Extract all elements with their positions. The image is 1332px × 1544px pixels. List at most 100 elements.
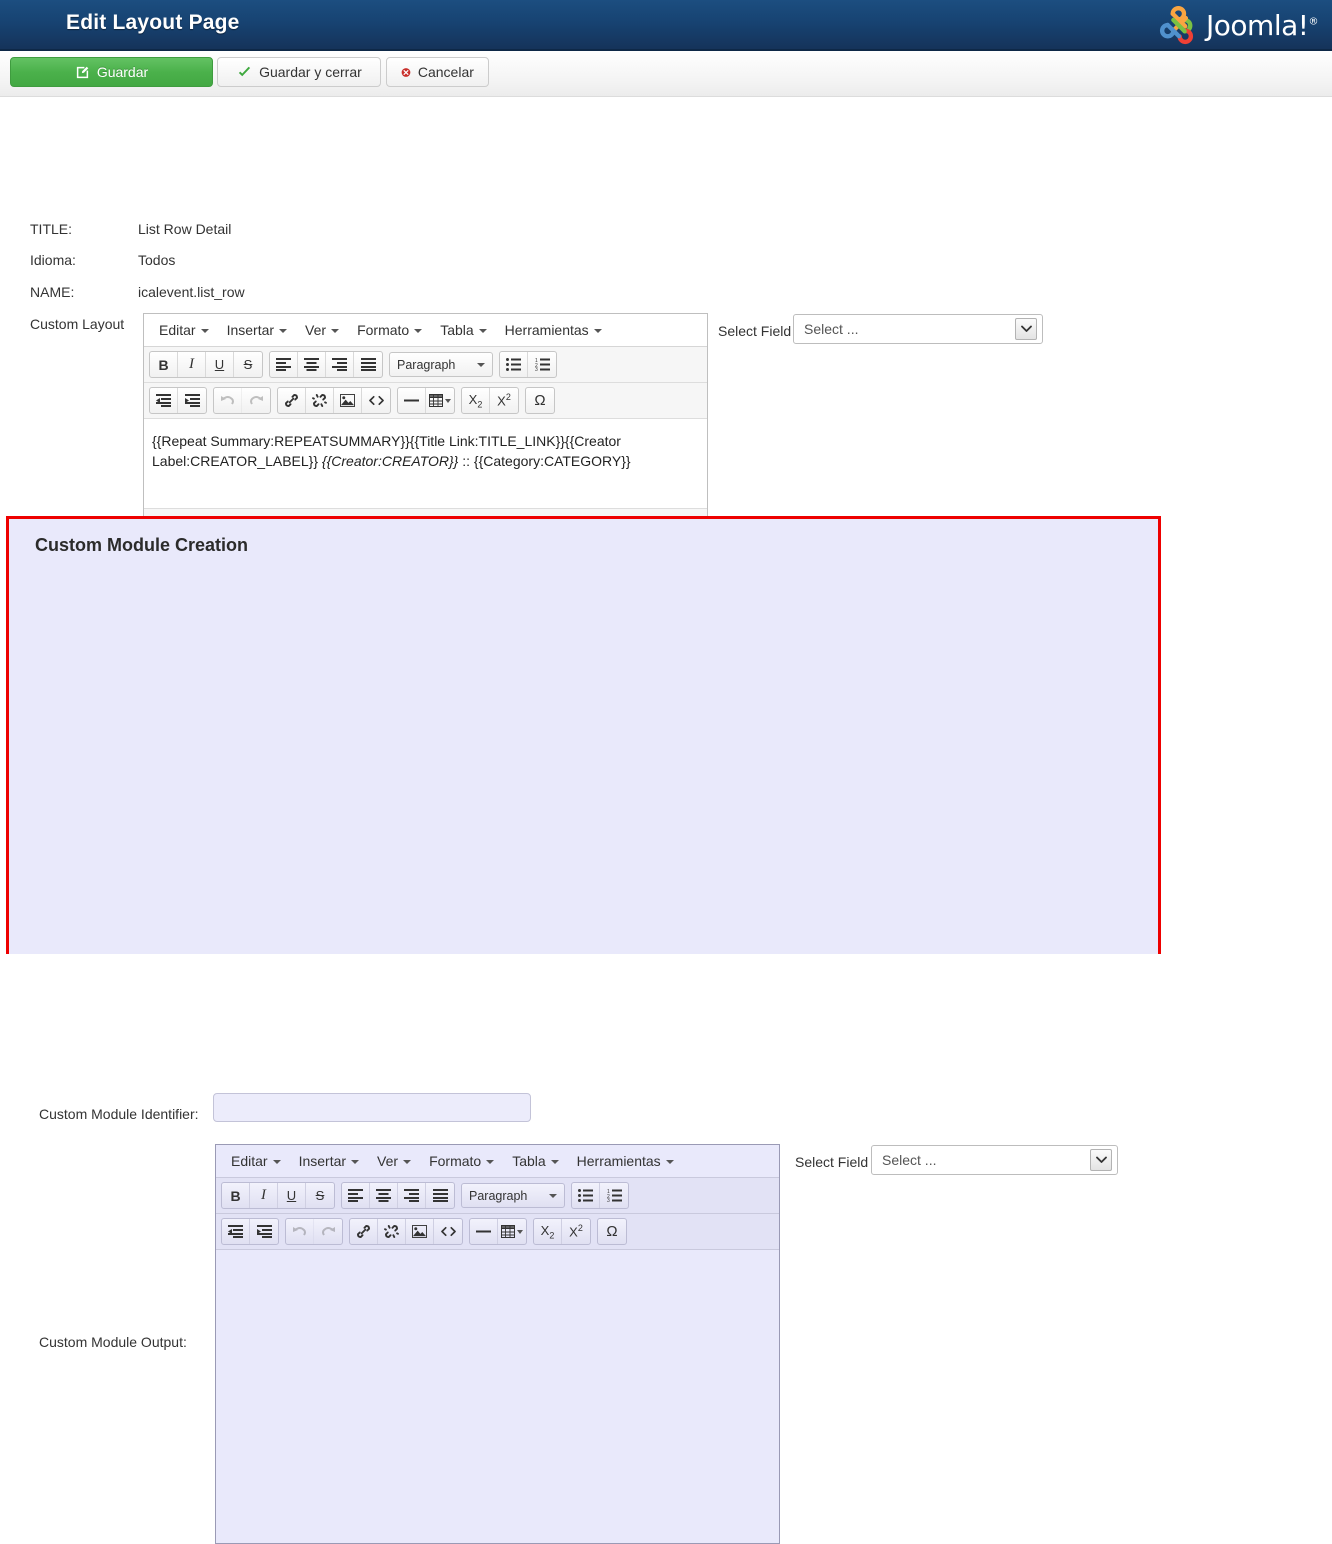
superscript-icon-2[interactable]: X2 bbox=[562, 1219, 590, 1244]
underline-icon[interactable]: U bbox=[206, 352, 234, 377]
menu2-formato[interactable]: Formato bbox=[420, 1149, 503, 1173]
indent-group-2 bbox=[221, 1218, 279, 1245]
object-group bbox=[397, 387, 455, 414]
custom-module-identifier-input[interactable] bbox=[213, 1093, 531, 1122]
select-field-dropdown-2[interactable]: Select ... bbox=[871, 1145, 1118, 1175]
bold-icon-2[interactable]: B bbox=[222, 1183, 250, 1208]
save-and-close-button-label: Guardar y cerrar bbox=[259, 64, 362, 80]
menu-insertar[interactable]: Insertar bbox=[218, 318, 296, 342]
align-center-icon-2[interactable] bbox=[370, 1183, 398, 1208]
custom-module-output-label: Custom Module Output: bbox=[39, 1334, 187, 1350]
chevron-down-icon-2 bbox=[1090, 1149, 1112, 1171]
unlink-icon-2[interactable] bbox=[378, 1219, 406, 1244]
link-icon[interactable] bbox=[278, 388, 306, 413]
image-icon[interactable] bbox=[334, 388, 362, 413]
align-right-icon[interactable] bbox=[326, 352, 354, 377]
editor-content-area[interactable]: {{Repeat Summary:REPEATSUMMARY}}{{Title … bbox=[144, 419, 707, 508]
editor-content-text-2: :: {{Category:CATEGORY}} bbox=[458, 453, 631, 470]
select-field-value-2: Select ... bbox=[882, 1152, 937, 1168]
horizontal-rule-icon[interactable] bbox=[398, 388, 426, 413]
format-select[interactable]: Paragraph bbox=[389, 352, 493, 377]
indent-icon-2[interactable] bbox=[250, 1219, 278, 1244]
svg-text:3: 3 bbox=[607, 1198, 610, 1202]
alignment-group-2 bbox=[341, 1182, 455, 1209]
app-header: Edit Layout Page Joomla!® bbox=[0, 0, 1332, 51]
strikethrough-icon[interactable]: S bbox=[234, 352, 262, 377]
image-icon-2[interactable] bbox=[406, 1219, 434, 1244]
menu-editar[interactable]: Editar bbox=[150, 318, 218, 342]
table-icon-2[interactable] bbox=[498, 1219, 526, 1244]
special-char-group: Ω bbox=[525, 387, 555, 414]
editor2-content-area[interactable] bbox=[216, 1250, 779, 1540]
alignment-group bbox=[269, 351, 383, 378]
menu2-insertar[interactable]: Insertar bbox=[290, 1149, 368, 1173]
script-group-2: X2 X2 bbox=[533, 1218, 591, 1245]
source-code-icon[interactable] bbox=[362, 388, 390, 413]
indent-group bbox=[149, 387, 207, 414]
outdent-icon-2[interactable] bbox=[222, 1219, 250, 1244]
bold-icon[interactable]: B bbox=[150, 352, 178, 377]
format-select-2[interactable]: Paragraph bbox=[461, 1183, 565, 1208]
select-field-dropdown[interactable]: Select ... bbox=[793, 314, 1043, 344]
align-center-icon[interactable] bbox=[298, 352, 326, 377]
numbered-list-icon[interactable]: 123 bbox=[528, 352, 556, 377]
undo-icon-2[interactable] bbox=[286, 1219, 314, 1244]
bullet-list-icon-2[interactable] bbox=[572, 1183, 600, 1208]
editor-toolbar-row-2: X2 X2 Ω bbox=[144, 383, 707, 419]
menu-herramientas[interactable]: Herramientas bbox=[496, 318, 611, 342]
subscript-icon[interactable]: X2 bbox=[462, 388, 490, 413]
joomla-mark-icon bbox=[1159, 5, 1194, 45]
page-title: Edit Layout Page bbox=[66, 11, 240, 34]
cancel-button-label: Cancelar bbox=[417, 64, 474, 80]
name-value: icalevent.list_row bbox=[138, 284, 245, 300]
source-code-icon-2[interactable] bbox=[434, 1219, 462, 1244]
indent-icon[interactable] bbox=[178, 388, 206, 413]
italic-icon-2[interactable]: I bbox=[250, 1183, 278, 1208]
omega-special-character-icon[interactable]: Ω bbox=[526, 388, 554, 413]
numbered-list-icon-2[interactable]: 123 bbox=[600, 1183, 628, 1208]
select-field-value: Select ... bbox=[804, 321, 859, 337]
strikethrough-icon-2[interactable]: S bbox=[306, 1183, 334, 1208]
align-justify-icon[interactable] bbox=[354, 352, 382, 377]
omega-special-character-icon-2[interactable]: Ω bbox=[598, 1219, 626, 1244]
object-group-2 bbox=[469, 1218, 527, 1245]
table-icon[interactable] bbox=[426, 388, 454, 413]
menu2-editar[interactable]: Editar bbox=[222, 1149, 290, 1173]
menu-formato[interactable]: Formato bbox=[348, 318, 431, 342]
menu2-tabla[interactable]: Tabla bbox=[503, 1149, 567, 1173]
redo-icon[interactable] bbox=[242, 388, 270, 413]
chevron-down-icon bbox=[1015, 318, 1037, 340]
format-select-value: Paragraph bbox=[397, 357, 456, 372]
horizontal-rule-icon-2[interactable] bbox=[470, 1219, 498, 1244]
underline-icon-2[interactable]: U bbox=[278, 1183, 306, 1208]
insert-group bbox=[277, 387, 391, 414]
editor-toolbar-row-1: B I U S Paragraph 1 2 3 bbox=[144, 347, 707, 383]
select-field-label-2: Select Field bbox=[795, 1154, 869, 1170]
custom-module-heading: Custom Module Creation bbox=[35, 535, 249, 555]
custom-module-output-editor[interactable]: Editar Insertar Ver Formato Tabla Herram… bbox=[215, 1144, 780, 1544]
superscript-icon[interactable]: X2 bbox=[490, 388, 518, 413]
menu-tabla[interactable]: Tabla bbox=[431, 318, 495, 342]
history-group-2 bbox=[285, 1218, 343, 1245]
menu-ver[interactable]: Ver bbox=[296, 318, 348, 342]
align-justify-icon-2[interactable] bbox=[426, 1183, 454, 1208]
redo-icon-2[interactable] bbox=[314, 1219, 342, 1244]
outdent-icon[interactable] bbox=[150, 388, 178, 413]
name-label: NAME: bbox=[30, 284, 75, 300]
save-and-close-button[interactable]: Guardar y cerrar bbox=[217, 57, 382, 87]
menu2-herramientas[interactable]: Herramientas bbox=[568, 1149, 683, 1173]
undo-icon[interactable] bbox=[214, 388, 242, 413]
align-right-icon-2[interactable] bbox=[398, 1183, 426, 1208]
save-button[interactable]: Guardar bbox=[10, 57, 213, 87]
subscript-icon-2[interactable]: X2 bbox=[534, 1219, 562, 1244]
unlink-icon[interactable] bbox=[306, 388, 334, 413]
cancel-button[interactable]: Cancelar bbox=[385, 57, 489, 87]
bullet-list-icon[interactable] bbox=[500, 352, 528, 377]
joomla-wordmark: Joomla!® bbox=[1206, 8, 1318, 42]
format-select-value-2: Paragraph bbox=[469, 1188, 528, 1203]
italic-icon[interactable]: I bbox=[178, 352, 206, 377]
link-icon-2[interactable] bbox=[350, 1219, 378, 1244]
align-left-icon[interactable] bbox=[270, 352, 298, 377]
align-left-icon-2[interactable] bbox=[342, 1183, 370, 1208]
menu2-ver[interactable]: Ver bbox=[368, 1149, 420, 1173]
